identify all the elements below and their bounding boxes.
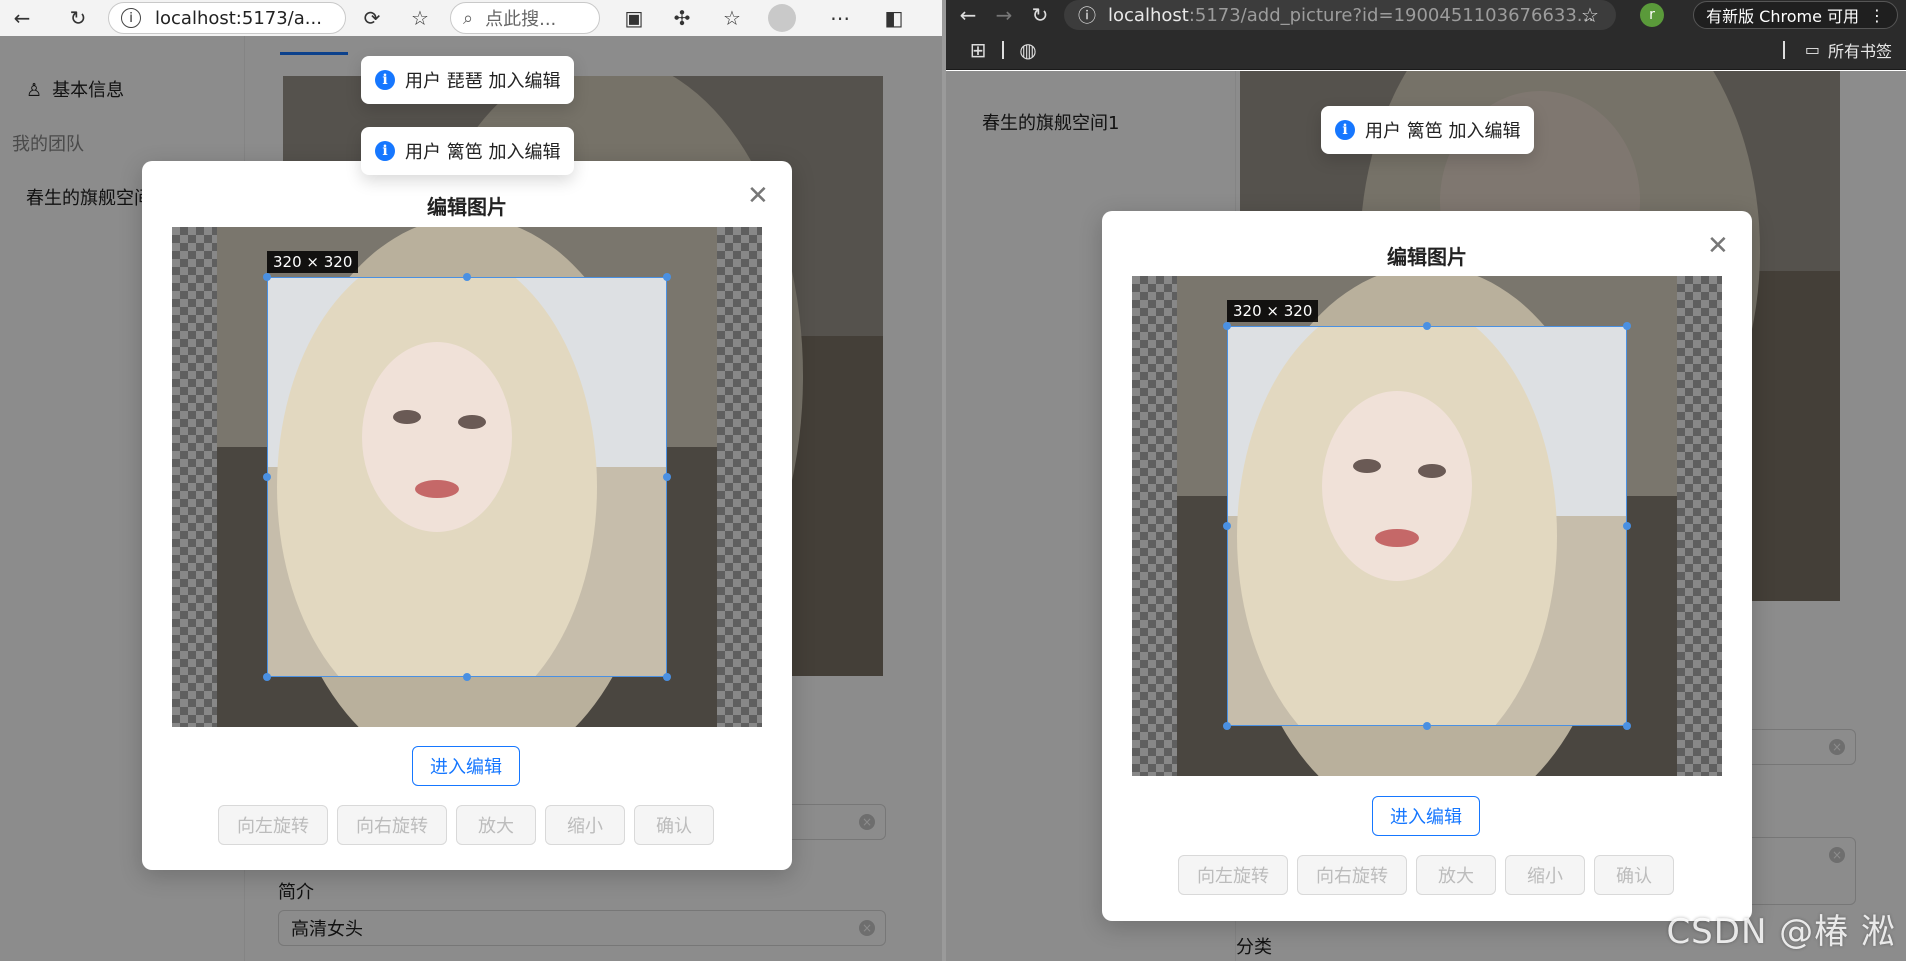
divider: [1782, 40, 1785, 59]
all-bookmarks-label[interactable]: 所有书签: [1828, 38, 1892, 62]
checker-right: [717, 227, 762, 727]
toast-text: 用户 琵琶 加入编辑: [405, 71, 561, 92]
confirm-button[interactable]: 确认: [634, 805, 714, 845]
crop-box[interactable]: [267, 277, 667, 677]
crop-handle-top[interactable]: [1423, 322, 1431, 330]
crop-handle-bottom-right[interactable]: [1623, 722, 1631, 730]
modal-title: 编辑图片: [1387, 245, 1467, 269]
info-icon: i: [375, 141, 395, 161]
chrome-toolbar: ← → ↻ ⓘ localhost:5173/add_picture?id=19…: [946, 0, 1906, 30]
crop-handle-right[interactable]: [1623, 522, 1631, 530]
close-icon[interactable]: ✕: [1707, 233, 1729, 259]
crop-handle-top[interactable]: [463, 273, 471, 281]
zoom-out-button[interactable]: 缩小: [1505, 855, 1585, 895]
favorites-icon[interactable]: ☆: [714, 0, 750, 36]
info-icon: i: [1335, 120, 1355, 140]
address-text[interactable]: localhost:5173/a...: [155, 8, 322, 29]
search-placeholder: 点此搜...: [485, 9, 557, 30]
address-bar[interactable]: ⓘ localhost:5173/add_picture?id=19004511…: [1064, 0, 1616, 30]
cropper-canvas[interactable]: 320 × 320: [172, 227, 762, 727]
checker-right: [1677, 276, 1722, 776]
address-host[interactable]: localhost: [1108, 5, 1189, 26]
sidebar-toggle-icon[interactable]: ◧: [876, 0, 912, 36]
star-icon[interactable]: ☆: [402, 0, 438, 36]
crop-handle-top-right[interactable]: [1623, 322, 1631, 330]
profile-avatar[interactable]: r: [1640, 3, 1664, 27]
all-bookmarks[interactable]: ▭ 所有书签: [1782, 38, 1892, 62]
info-icon[interactable]: i: [121, 8, 141, 28]
crop-size-label: 320 × 320: [267, 251, 359, 273]
edge-sync-icon[interactable]: ⟳: [354, 0, 390, 36]
apps-grid-icon[interactable]: ⊞: [960, 30, 996, 70]
zoom-in-button[interactable]: 放大: [456, 805, 536, 845]
csdn-watermark: CSDN @椿 淞: [1666, 912, 1896, 952]
search-icon: ⌕: [463, 7, 474, 29]
close-icon[interactable]: ✕: [747, 183, 769, 209]
star-icon[interactable]: ☆: [1572, 0, 1608, 30]
update-chrome-button[interactable]: 有新版 Chrome 可用 ⋮: [1693, 1, 1898, 29]
globe-icon[interactable]: ◍: [1010, 30, 1046, 70]
toast-text: 用户 篱笆 加入编辑: [1365, 121, 1521, 142]
cropper-canvas[interactable]: 320 × 320: [1132, 276, 1722, 776]
forward-arrow-icon[interactable]: →: [986, 0, 1022, 30]
right-browser-window: ← → ↻ ⓘ localhost:5173/add_picture?id=19…: [946, 0, 1906, 961]
rotate-left-button[interactable]: 向左旋转: [218, 805, 328, 845]
site-info-icon[interactable]: ⓘ: [1078, 2, 1096, 28]
crop-handle-bottom-left[interactable]: [263, 673, 271, 681]
crop-handle-top-left[interactable]: [1223, 322, 1231, 330]
address-path[interactable]: :5173/add_picture?id=1900451103676633...: [1189, 5, 1594, 26]
left-browser-window: ← ↻ i localhost:5173/a... ⟳ ☆ ⌕ 点此搜... ▣…: [0, 0, 942, 961]
more-menu-icon[interactable]: ⋮: [1869, 6, 1885, 25]
crop-handle-top-left[interactable]: [263, 273, 271, 281]
zoom-in-button[interactable]: 放大: [1416, 855, 1496, 895]
crop-handle-left[interactable]: [1223, 522, 1231, 530]
profile-initial: r: [1649, 7, 1655, 23]
edit-picture-modal: 编辑图片 ✕ 320 × 320 进入编辑 向左旋转 向右旋转 放大 缩小 确认: [1102, 211, 1752, 921]
enter-edit-button[interactable]: 进入编辑: [1372, 796, 1480, 836]
toast-user-joined: i 用户 琵琶 加入编辑: [361, 56, 575, 104]
more-menu-icon[interactable]: ⋯: [822, 0, 858, 36]
refresh-icon[interactable]: ↻: [60, 0, 96, 36]
edit-picture-modal: 编辑图片 ✕ 320 × 320 进入编辑 向左旋转 向右旋转 放大 缩小 确认: [142, 161, 792, 870]
toast-user-joined: i 用户 篱笆 加入编辑: [361, 127, 575, 175]
extensions-icon[interactable]: ✣: [664, 0, 700, 36]
modal-title: 编辑图片: [427, 195, 507, 219]
zoom-out-button[interactable]: 缩小: [545, 805, 625, 845]
enter-edit-button[interactable]: 进入编辑: [412, 746, 520, 786]
back-arrow-icon[interactable]: ←: [4, 0, 40, 36]
confirm-button[interactable]: 确认: [1594, 855, 1674, 895]
crop-handle-top-right[interactable]: [663, 273, 671, 281]
rotate-left-button[interactable]: 向左旋转: [1178, 855, 1288, 895]
crop-box[interactable]: [1227, 326, 1627, 726]
crop-handle-bottom-left[interactable]: [1223, 722, 1231, 730]
crop-handle-right[interactable]: [663, 473, 671, 481]
tabs-icon[interactable]: ▣: [616, 0, 652, 36]
crop-handle-bottom[interactable]: [1423, 722, 1431, 730]
checker-left: [172, 227, 217, 727]
refresh-icon[interactable]: ↻: [1022, 0, 1058, 30]
info-icon: i: [375, 70, 395, 90]
crop-handle-bottom-right[interactable]: [663, 673, 671, 681]
profile-avatar-icon[interactable]: [764, 0, 800, 36]
rotate-right-button[interactable]: 向右旋转: [337, 805, 447, 845]
search-box[interactable]: ⌕ 点此搜...: [450, 2, 600, 34]
bookmarks-bar: ⊞ ◍ ▭ 所有书签: [946, 30, 1906, 70]
checker-left: [1132, 276, 1177, 776]
divider: [1002, 40, 1004, 59]
back-arrow-icon[interactable]: ←: [950, 0, 986, 30]
address-bar[interactable]: i localhost:5173/a...: [108, 2, 346, 34]
update-chrome-label[interactable]: 有新版 Chrome 可用: [1706, 3, 1859, 27]
crop-handle-left[interactable]: [263, 473, 271, 481]
crop-handle-bottom[interactable]: [463, 673, 471, 681]
toast-text: 用户 篱笆 加入编辑: [405, 142, 561, 163]
crop-size-label: 320 × 320: [1227, 300, 1319, 322]
folder-icon: ▭: [1804, 40, 1820, 59]
edge-toolbar: ← ↻ i localhost:5173/a... ⟳ ☆ ⌕ 点此搜... ▣…: [0, 0, 942, 36]
rotate-right-button[interactable]: 向右旋转: [1297, 855, 1407, 895]
toast-user-joined: i 用户 篱笆 加入编辑: [1321, 106, 1535, 154]
